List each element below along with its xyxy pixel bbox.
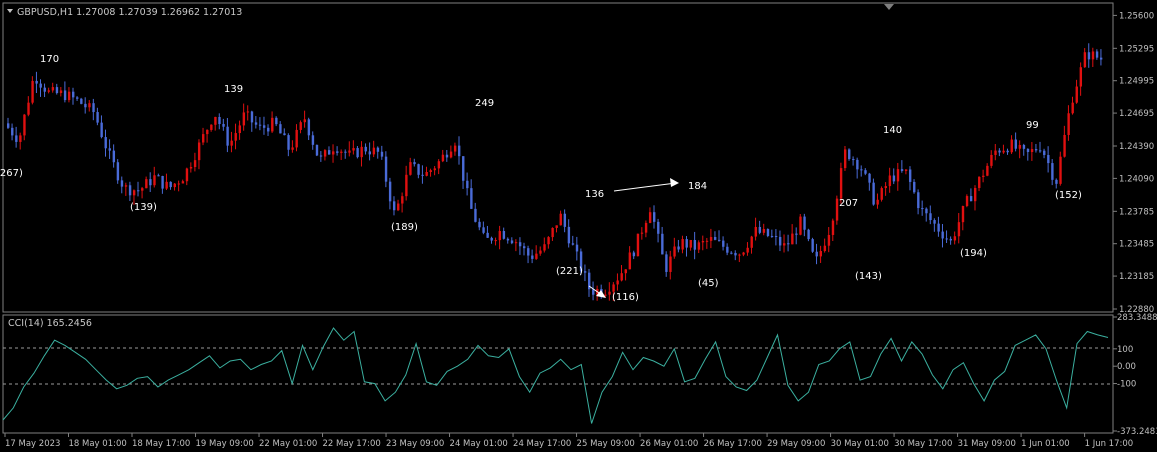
time-tick-label: 22 May 01:00 [259,439,317,449]
cci-tick-label: 100 [1117,345,1133,355]
time-tick-label: 18 May 17:00 [132,439,190,449]
time-tick-label: 22 May 17:00 [323,439,381,449]
chart-window[interactable]: (267) 170 (139) 139 (189) 249 (221) 136 (116) 184… [0,0,1157,452]
price-tick-label: 1.23785 [1119,207,1154,217]
swing-label: (194) [960,248,987,259]
swing-label: 207 [839,198,858,209]
candle [799,213,802,236]
chart-header: GBPUSD,H1 1.27008 1.27039 1.26962 1.2701… [17,7,242,18]
price-tick-label: 1.24995 [1119,77,1154,87]
time-tick-label: 24 May 17:00 [513,439,571,449]
price-tick-label: 1.25600 [1119,11,1154,21]
swing-label: (45) [698,278,719,289]
swing-label: 139 [224,84,243,95]
time-tick-label: 23 May 09:00 [386,439,444,449]
cci-header: CCI(14) 165.2456 [8,318,92,329]
candle [116,159,120,184]
candle [80,97,83,105]
time-tick-label: 18 May 01:00 [69,439,127,449]
time-tick-label: 19 May 09:00 [196,439,254,449]
time-tick-label: 1 Jun 17:00 [1085,439,1134,449]
price-tick-label: 1.24090 [1119,174,1154,184]
time-tick-label: 17 May 2023 [5,439,60,449]
swing-label: 99 [1026,120,1039,131]
swing-label: 136 [585,189,604,200]
time-tick-label: 30 May 01:00 [831,439,889,449]
price-tick-label: 1.23485 [1119,240,1154,250]
price-tick-label: 1.23185 [1119,272,1154,282]
swing-label: (143) [855,271,882,282]
candle [965,194,969,208]
candle [636,233,640,257]
price-tick-label: 1.25295 [1119,44,1154,54]
time-tick-label: 25 May 09:00 [577,439,635,449]
swing-label: (116) [612,292,639,303]
candle [843,146,847,171]
candle [1059,151,1062,186]
cci-tick-label: 283.3488 [1117,313,1157,323]
time-tick-label: 31 May 09:00 [958,439,1016,449]
swing-label: (139) [130,202,157,213]
swing-label: 140 [883,125,902,136]
swing-label: 249 [475,98,494,109]
candle [880,186,883,202]
candle [835,195,839,225]
price-tick-label: 1.24695 [1119,109,1154,119]
candle [811,237,814,253]
swing-label: (189) [391,222,418,233]
time-tick-label: 26 May 17:00 [704,439,762,449]
swing-label: 184 [688,181,707,192]
price-tick-label: 1.24390 [1119,142,1154,152]
time-tick-label: 30 May 17:00 [894,439,952,449]
cci-tick-label: 0.00 [1117,362,1136,372]
candle [766,228,770,238]
time-tick-label: 1 Jun 01:00 [1021,439,1070,449]
time-tick-label: 24 May 01:00 [450,439,508,449]
swing-label: (152) [1055,190,1082,201]
cci-tick-label: -100 [1117,380,1136,390]
time-tick-label: 26 May 01:00 [640,439,698,449]
swing-label: (267) [0,168,23,179]
swing-label: 170 [40,54,59,65]
time-tick-label: 29 May 09:00 [767,439,825,449]
candle [315,144,319,157]
swing-label: (221) [556,266,583,277]
candle [848,148,851,161]
cci-tick-label: -373.2483 [1117,427,1157,437]
